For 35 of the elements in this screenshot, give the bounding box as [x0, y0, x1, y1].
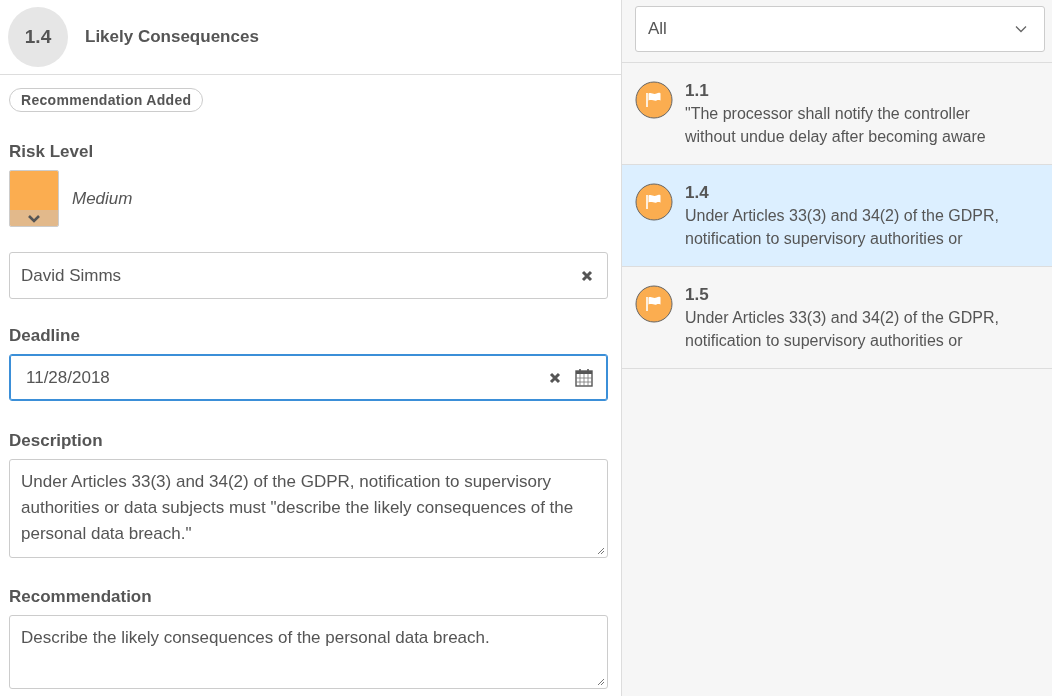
- description-field[interactable]: Under Articles 33(3) and 34(2) of the GDPR, notification to supervisory authorities or data subjects must "describe the likely consequences of the personal data breach.": [9, 459, 608, 558]
- finding-item[interactable]: 1.4 Under Articles 33(3) and 34(2) of the GDPR, notification to supervisory authorities or: [622, 165, 1052, 267]
- chevron-down-icon: [27, 213, 41, 223]
- risk-color-picker[interactable]: [9, 170, 59, 227]
- finding-excerpt: notification to supervisory authorities or: [685, 331, 964, 351]
- finding-excerpt: without undue delay after becoming aware: [685, 127, 986, 147]
- finding-excerpt: Under Articles 33(3) and 34(2) of the GDPR,: [685, 308, 999, 328]
- field-label: Recommendation: [9, 587, 152, 607]
- flag-icon: [635, 183, 673, 221]
- risk-level-value: Medium: [72, 188, 133, 209]
- clear-icon[interactable]: [549, 371, 561, 384]
- finding-excerpt: Under Articles 33(3) and 34(2) of the GDPR,: [685, 206, 999, 226]
- resize-grip-icon[interactable]: [597, 547, 605, 555]
- finding-excerpt: notification to supervisory authorities or: [685, 229, 964, 249]
- clear-icon[interactable]: [581, 269, 593, 282]
- flag-icon: [635, 285, 673, 323]
- field-label: Risk Level: [9, 142, 94, 162]
- item-number-badge: 1.4: [8, 7, 68, 67]
- flag-icon: [635, 81, 673, 119]
- finding-number: 1.4: [685, 182, 710, 204]
- finding-excerpt: "The processor shall notify the controller: [685, 104, 971, 124]
- description-text: Under Articles 33(3) and 34(2) of the GDPR, notification to supervisory authorities or data subjects must "describe the likely consequences of the personal data breach.": [21, 472, 574, 543]
- field-label: Description: [9, 431, 103, 451]
- item-title: Likely Consequences: [85, 27, 259, 47]
- resize-grip-icon[interactable]: [597, 678, 605, 686]
- chevron-down-icon: [1015, 25, 1027, 33]
- assignee-field[interactable]: David Simms: [9, 252, 608, 299]
- recommendation-text: Describe the likely consequences of the personal data breach.: [21, 628, 490, 647]
- deadline-field[interactable]: 11/28/2018: [9, 354, 608, 401]
- finding-number: 1.5: [685, 284, 710, 306]
- field-label: Deadline: [9, 326, 80, 346]
- filter-dropdown[interactable]: All: [635, 6, 1045, 52]
- calendar-icon[interactable]: [575, 368, 593, 387]
- finding-number: 1.1: [685, 80, 710, 102]
- recommendation-field[interactable]: Describe the likely consequences of the personal data breach.: [9, 615, 608, 689]
